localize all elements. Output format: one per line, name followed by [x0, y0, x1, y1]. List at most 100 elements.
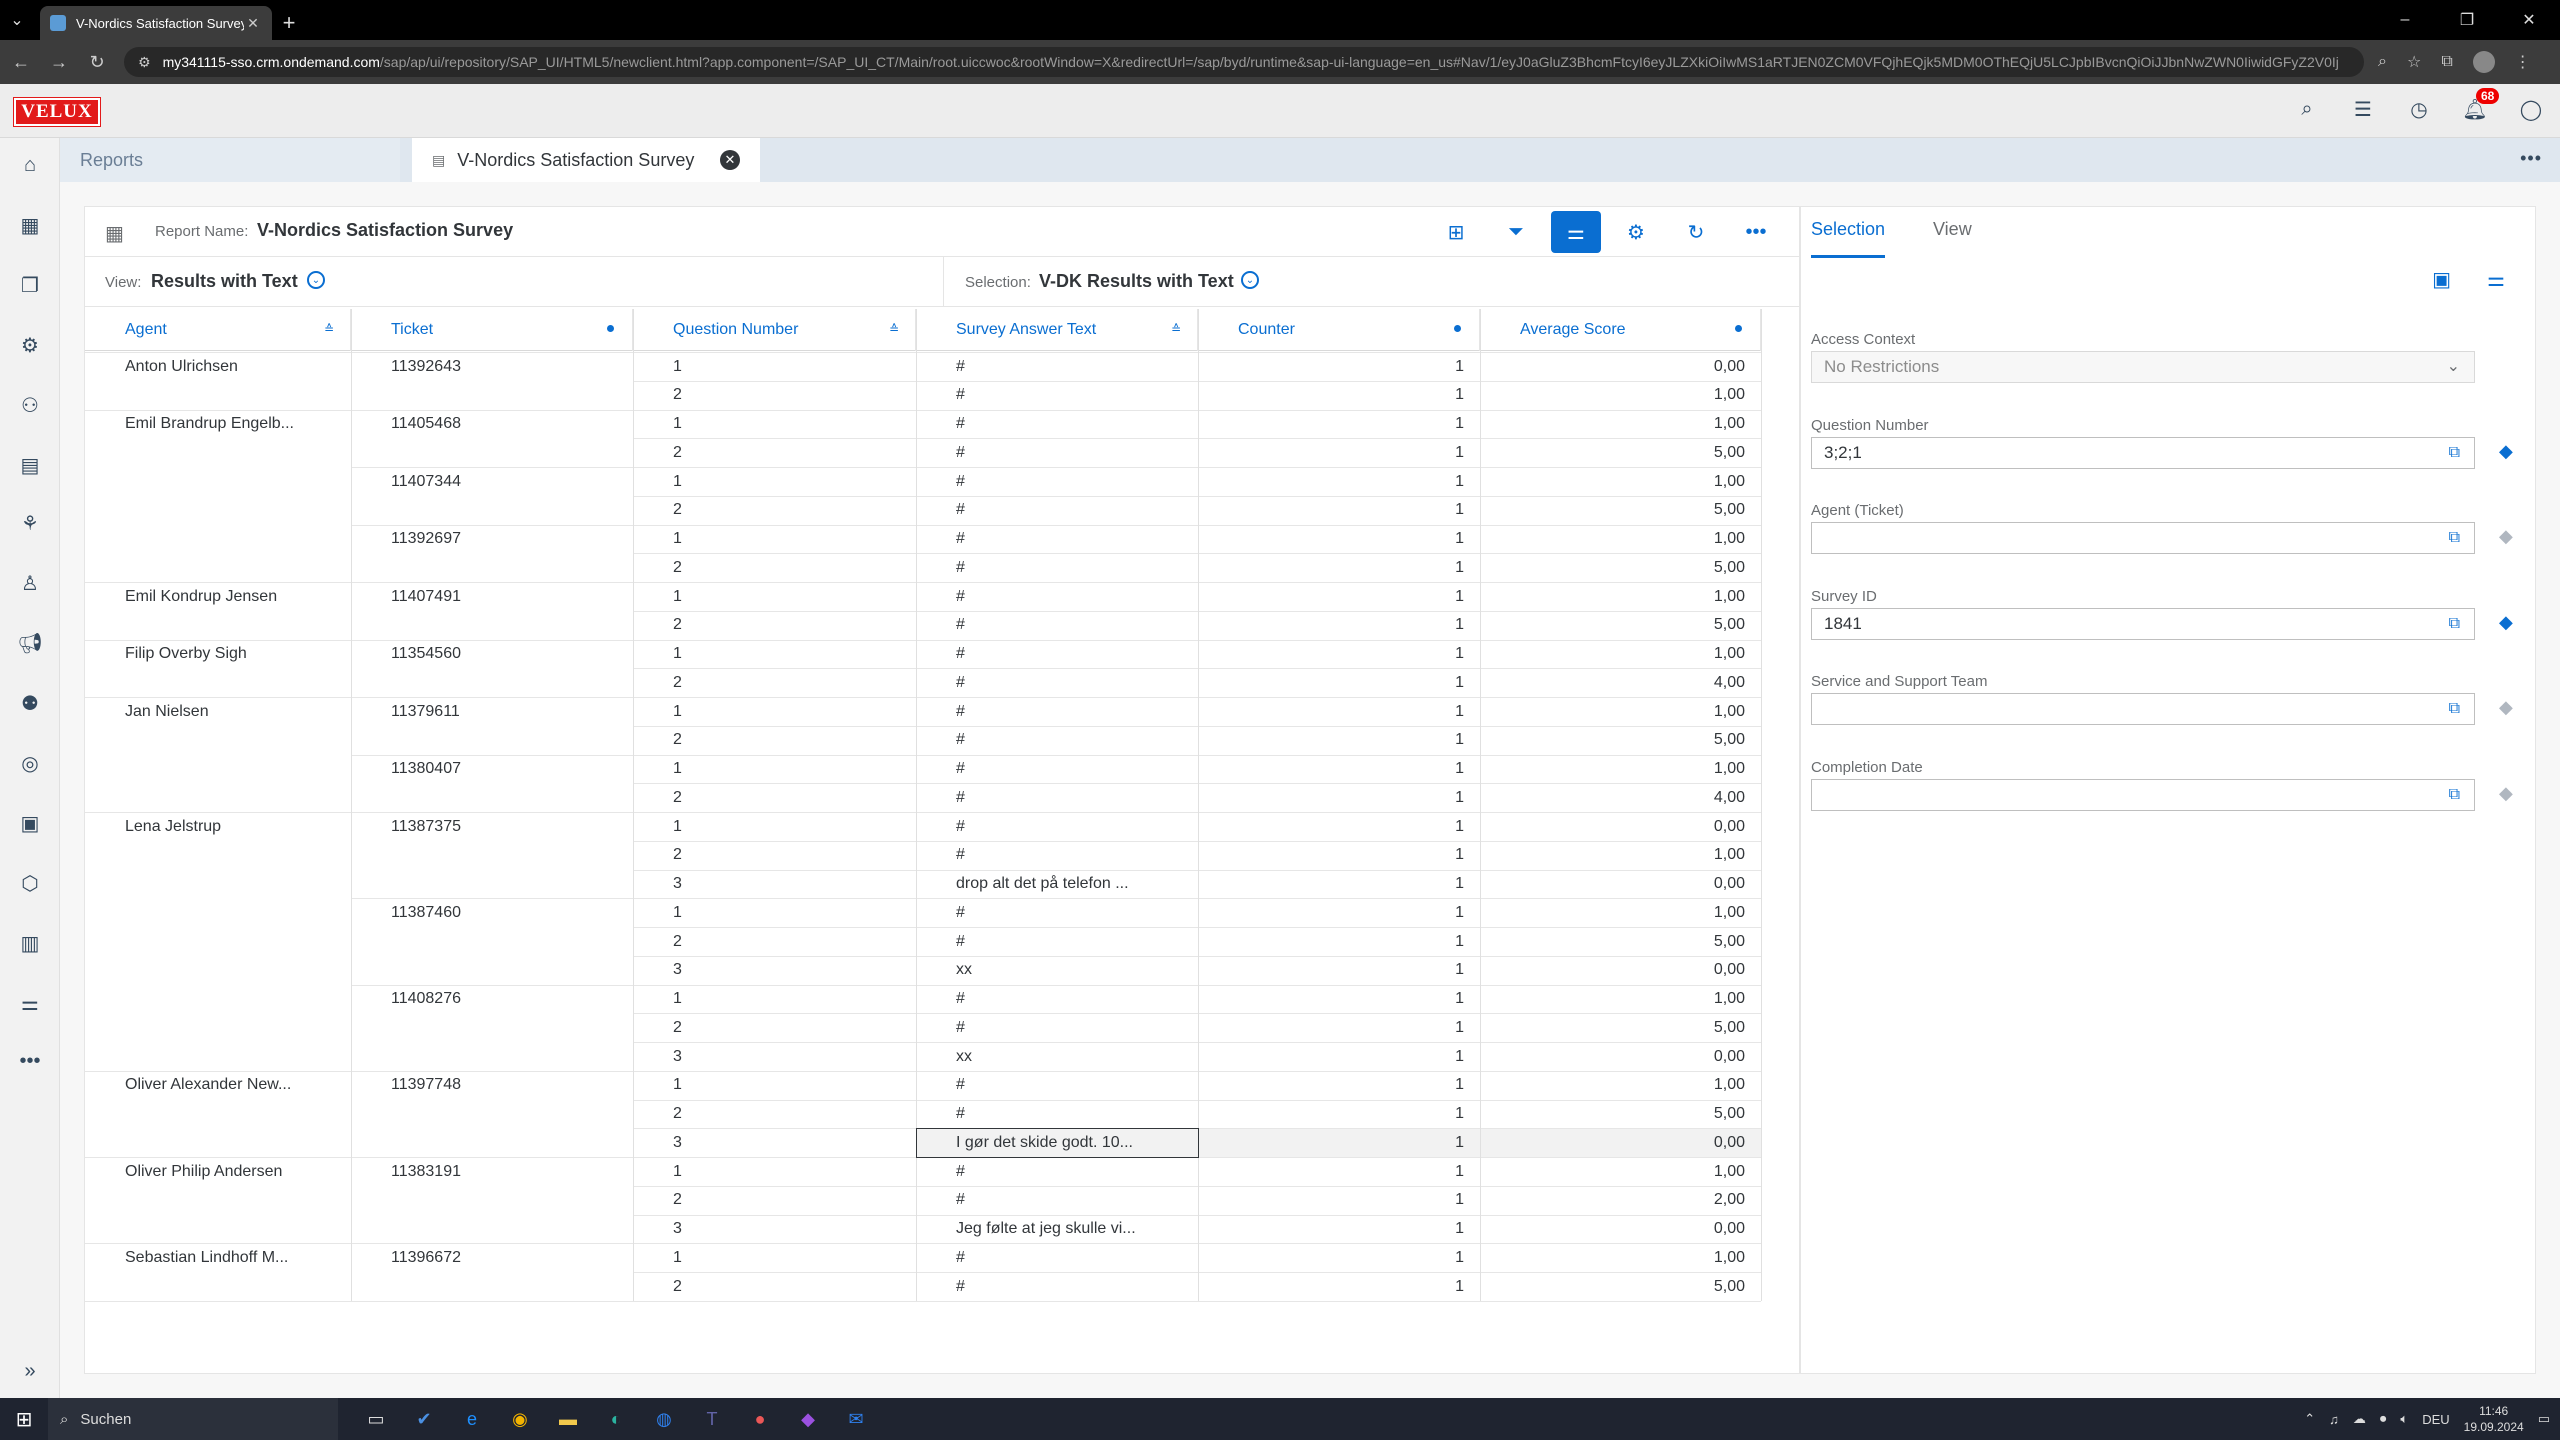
selection-dropdown-chevron-icon[interactable]: ⌄: [1241, 271, 1259, 289]
filter-icon[interactable]: ⏷: [1491, 211, 1541, 253]
task-view-icon[interactable]: ▭: [352, 1398, 400, 1440]
table-cell-question-number[interactable]: 2: [673, 1100, 908, 1129]
table-cell-counter[interactable]: 1: [1198, 1128, 1464, 1157]
table-cell-question-number[interactable]: 3: [673, 1128, 908, 1157]
table-cell-survey-answer-text[interactable]: #: [956, 1272, 1190, 1301]
table-cell-average-score[interactable]: 5,00: [1480, 496, 1745, 525]
clear-eraser-icon[interactable]: ◆: [2499, 783, 2513, 804]
microphone-icon[interactable]: ⏺: [2380, 1411, 2387, 1427]
table-cell-survey-answer-text[interactable]: #: [956, 467, 1190, 496]
table-cell-ticket[interactable]: 11397748: [391, 1071, 625, 1100]
table-cell-average-score[interactable]: 1,00: [1480, 640, 1745, 669]
tray-chevron-icon[interactable]: ⌃: [2304, 1411, 2315, 1427]
table-cell-ticket[interactable]: 11379611: [391, 697, 625, 726]
tab-view[interactable]: View: [1933, 219, 1972, 240]
new-tab-icon[interactable]: +: [272, 6, 306, 40]
table-cell-ticket[interactable]: 11407344: [391, 467, 625, 496]
table-cell-counter[interactable]: 1: [1198, 898, 1464, 927]
extensions-icon[interactable]: ⧉: [2441, 53, 2452, 71]
adjustments-icon[interactable]: ⚌: [15, 988, 45, 1018]
table-cell-counter[interactable]: 1: [1198, 352, 1464, 381]
table-cell-survey-answer-text[interactable]: #: [956, 410, 1190, 439]
calendar-icon[interactable]: ▦: [15, 210, 45, 240]
table-cell-ticket[interactable]: 11380407: [391, 755, 625, 784]
table-cell-survey-answer-text[interactable]: #: [956, 352, 1190, 381]
table-cell-average-score[interactable]: 1,00: [1480, 1071, 1745, 1100]
close-window-icon[interactable]: ✕: [2498, 0, 2560, 40]
table-cell-survey-answer-text[interactable]: #: [956, 841, 1190, 870]
table-cell-survey-answer-text[interactable]: xx: [956, 956, 1190, 985]
table-cell-question-number[interactable]: 3: [673, 1042, 908, 1071]
table-cell-question-number[interactable]: 1: [673, 697, 908, 726]
table-cell-agent[interactable]: Oliver Philip Andersen: [125, 1157, 343, 1186]
table-cell-average-score[interactable]: 1,00: [1480, 582, 1745, 611]
volume-icon[interactable]: 🔈︎: [2400, 1411, 2408, 1427]
table-cell-ticket[interactable]: 11392643: [391, 352, 625, 381]
table-cell-survey-answer-text[interactable]: #: [956, 1100, 1190, 1129]
table-cell-survey-answer-text[interactable]: #: [956, 611, 1190, 640]
table-cell-survey-answer-text[interactable]: #: [956, 553, 1190, 582]
site-info-icon[interactable]: ⚙: [138, 54, 151, 71]
table-cell-question-number[interactable]: 2: [673, 668, 908, 697]
overflow-menu-icon[interactable]: •••: [2520, 148, 2542, 169]
value-help-icon[interactable]: ⧉: [2449, 700, 2460, 718]
table-cell-average-score[interactable]: 0,00: [1480, 1042, 1745, 1071]
column-header-counter[interactable]: Counter: [1198, 309, 1480, 351]
user-profile-icon[interactable]: ◯: [2518, 96, 2544, 122]
table-cell-average-score[interactable]: 1,00: [1480, 697, 1745, 726]
table-cell-counter[interactable]: 1: [1198, 467, 1464, 496]
table-cell-average-score[interactable]: 5,00: [1480, 927, 1745, 956]
table-cell-question-number[interactable]: 1: [673, 640, 908, 669]
table-cell-question-number[interactable]: 2: [673, 783, 908, 812]
selection-input-field[interactable]: ⧉: [1811, 522, 2475, 554]
column-header-agent[interactable]: Agent ≙: [85, 309, 351, 351]
table-cell-question-number[interactable]: 1: [673, 410, 908, 439]
table-cell-counter[interactable]: 1: [1198, 438, 1464, 467]
clock[interactable]: 11:46 19.09.2024: [2464, 1403, 2524, 1435]
column-header-average-score[interactable]: Average Score: [1480, 309, 1761, 351]
table-cell-question-number[interactable]: 2: [673, 726, 908, 755]
manage-selection-icon[interactable]: ⚌: [2487, 267, 2505, 292]
clear-eraser-icon[interactable]: ◆: [2499, 612, 2513, 633]
table-cell-survey-answer-text[interactable]: #: [956, 1013, 1190, 1042]
table-cell-question-number[interactable]: 2: [673, 496, 908, 525]
tab-selection[interactable]: Selection: [1811, 219, 1886, 258]
table-cell-average-score[interactable]: 1,00: [1480, 467, 1745, 496]
table-cell-agent[interactable]: Anton Ulrichsen: [125, 352, 343, 381]
table-cell-agent[interactable]: Filip Overby Sigh: [125, 640, 343, 669]
table-cell-average-score[interactable]: 1,00: [1480, 985, 1745, 1014]
profile-avatar[interactable]: [2472, 51, 2495, 73]
column-header-survey-answer-text[interactable]: Survey Answer Text ≙: [916, 309, 1198, 351]
table-cell-agent[interactable]: Emil Brandrup Engelb...: [125, 410, 343, 439]
table-cell-ticket[interactable]: 11383191: [391, 1157, 625, 1186]
table-cell-survey-answer-text[interactable]: #: [956, 640, 1190, 669]
table-cell-average-score[interactable]: 5,00: [1480, 553, 1745, 582]
feedback-icon[interactable]: ☰: [2350, 96, 2376, 122]
table-cell-ticket[interactable]: 11405468: [391, 410, 625, 439]
table-cell-question-number[interactable]: 1: [673, 352, 908, 381]
table-cell-survey-answer-text[interactable]: #: [956, 783, 1190, 812]
pivot-table-icon[interactable]: ⊞: [1431, 211, 1481, 253]
more-icon[interactable]: •••: [15, 1046, 45, 1076]
search-icon[interactable]: ⌕: [2294, 96, 2320, 122]
reload-icon[interactable]: ↻: [80, 40, 114, 84]
table-cell-average-score[interactable]: 5,00: [1480, 1100, 1745, 1129]
table-cell-ticket[interactable]: 11387460: [391, 898, 625, 927]
tab-search-icon[interactable]: ⌄: [0, 0, 34, 40]
table-cell-average-score[interactable]: 2,00: [1480, 1186, 1745, 1215]
table-cell-ticket[interactable]: 11387375: [391, 812, 625, 841]
table-cell-counter[interactable]: 1: [1198, 985, 1464, 1014]
table-cell-question-number[interactable]: 2: [673, 841, 908, 870]
people-icon[interactable]: ⚉: [15, 688, 45, 718]
table-cell-average-score[interactable]: 5,00: [1480, 438, 1745, 467]
outlook-icon[interactable]: ✉: [832, 1398, 880, 1440]
table-cell-ticket[interactable]: 11396672: [391, 1243, 625, 1272]
table-cell-question-number[interactable]: 1: [673, 898, 908, 927]
table-cell-counter[interactable]: 1: [1198, 381, 1464, 410]
product-box-icon[interactable]: ⬡: [15, 868, 45, 898]
bookmark-star-icon[interactable]: ☆: [2407, 52, 2421, 72]
teams-icon[interactable]: T: [688, 1398, 736, 1440]
address-bar[interactable]: ⚙ my341115-sso.crm.ondemand.com /sap/ap/…: [124, 47, 2364, 77]
minimize-icon[interactable]: –: [2374, 0, 2436, 40]
table-cell-counter[interactable]: 1: [1198, 841, 1464, 870]
